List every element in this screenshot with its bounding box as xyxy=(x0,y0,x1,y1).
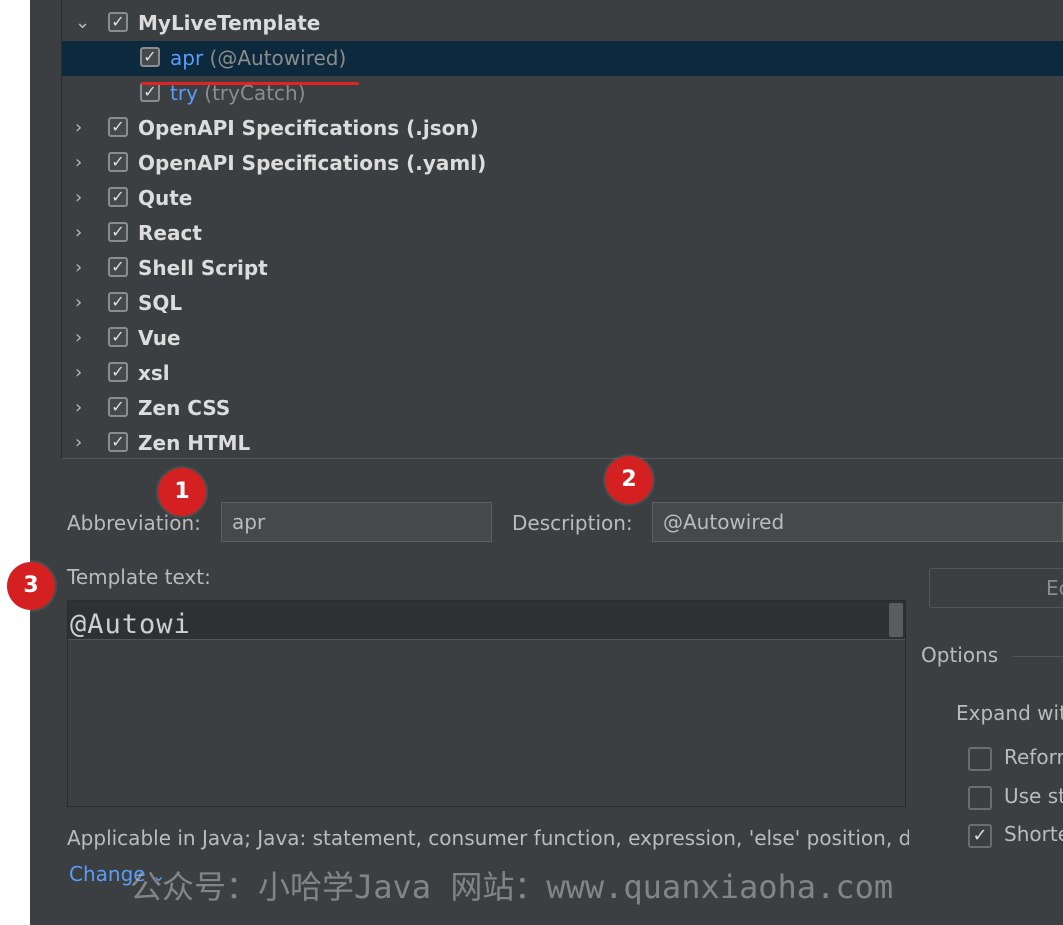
option-checkbox[interactable]: ✓ xyxy=(968,824,992,848)
tree-group-label: OpenAPI Specifications (.yaml) xyxy=(138,151,487,175)
chevron-right-icon[interactable]: › xyxy=(75,329,91,347)
tree-group-xsl[interactable]: › ✓ xsl xyxy=(62,356,1063,391)
tree-group-label: React xyxy=(138,221,202,245)
chevron-down-icon[interactable]: ⌄ xyxy=(75,14,91,32)
tree-group-sql[interactable]: › ✓ SQL xyxy=(62,286,1063,321)
editor-first-line: @Autowi xyxy=(68,601,905,640)
template-text-label: Template text: xyxy=(67,565,211,589)
annotation-underline xyxy=(141,82,359,85)
checkbox-group[interactable]: ✓ xyxy=(108,292,128,312)
tree-group-zen-css[interactable]: › ✓ Zen CSS xyxy=(62,391,1063,426)
options-divider xyxy=(1013,656,1063,657)
tree-group-label: xsl xyxy=(138,361,170,385)
expand-with-label: Expand wit xyxy=(956,701,1063,725)
chevron-right-icon[interactable]: › xyxy=(75,399,91,417)
chevron-right-icon[interactable]: › xyxy=(75,364,91,382)
tree-group-label: MyLiveTemplate xyxy=(138,11,321,35)
abbreviation-label: Abbreviation: xyxy=(67,511,201,535)
edit-variables-button[interactable]: Ec xyxy=(929,568,1063,608)
chevron-right-icon[interactable]: › xyxy=(75,119,91,137)
option-label: Reforr xyxy=(1004,745,1063,769)
tree-group-react[interactable]: › ✓ React xyxy=(62,216,1063,251)
checkbox-group[interactable]: ✓ xyxy=(108,257,128,277)
tree-group-openapi-yaml[interactable]: › ✓ OpenAPI Specifications (.yaml) xyxy=(62,146,1063,181)
tree-group-label: Zen CSS xyxy=(138,396,231,420)
applicable-contexts-text: Applicable in Java; Java: statement, con… xyxy=(67,826,909,850)
chevron-right-icon[interactable]: › xyxy=(75,154,91,172)
tree-group-label: Zen HTML xyxy=(138,431,251,455)
tree-group-zen-html[interactable]: › ✓ Zen HTML xyxy=(62,426,1063,458)
template-abbreviation: apr xyxy=(170,46,204,70)
left-margin xyxy=(0,0,30,925)
checkbox-group[interactable]: ✓ xyxy=(108,222,128,242)
tree-item-apr[interactable]: ✓ apr (@Autowired) xyxy=(62,41,1063,76)
checkbox-group[interactable]: ✓ xyxy=(108,152,128,172)
options-title: Options xyxy=(921,643,999,667)
template-description: (@Autowired) xyxy=(209,46,347,70)
template-text-editor[interactable]: @Autowi xyxy=(67,600,906,807)
checkbox-apr[interactable]: ✓ xyxy=(140,47,160,67)
chevron-right-icon[interactable]: › xyxy=(75,259,91,277)
template-tree[interactable]: ⌄ ✓ MyLiveTemplate ✓ apr (@Autowired) ✓ … xyxy=(61,0,1063,459)
chevron-right-icon[interactable]: › xyxy=(75,294,91,312)
abbreviation-input[interactable]: apr xyxy=(221,502,492,542)
tree-group-label: OpenAPI Specifications (.json) xyxy=(138,116,479,140)
checkbox-try[interactable]: ✓ xyxy=(140,82,160,102)
option-label: Use st xyxy=(1004,784,1063,808)
tree-group-shell-script[interactable]: › ✓ Shell Script xyxy=(62,251,1063,286)
tree-group-label: SQL xyxy=(138,291,183,315)
checkbox-group[interactable]: ✓ xyxy=(108,362,128,382)
tree-group-openapi-json[interactable]: › ✓ OpenAPI Specifications (.json) xyxy=(62,111,1063,146)
tree-group-label: Qute xyxy=(138,186,193,210)
chevron-right-icon[interactable]: › xyxy=(75,224,91,242)
watermark: 公众号：小哈学Java 网站：www.quanxiaoha.com xyxy=(130,868,894,906)
chevron-right-icon[interactable]: › xyxy=(75,189,91,207)
template-text-content: @Autowi xyxy=(70,609,191,640)
tree-group-vue[interactable]: › ✓ Vue xyxy=(62,321,1063,356)
editor-scrollbar[interactable] xyxy=(889,603,903,637)
tree-group-label: Shell Script xyxy=(138,256,268,280)
option-checkbox[interactable] xyxy=(968,786,992,810)
checkbox-group[interactable]: ✓ xyxy=(108,397,128,417)
annotation-marker-1: 1 xyxy=(158,468,206,516)
annotation-marker-3: 3 xyxy=(7,562,55,610)
option-checkbox[interactable] xyxy=(968,747,992,771)
description-input[interactable]: @Autowired xyxy=(652,502,1063,542)
checkbox-group[interactable]: ✓ xyxy=(108,327,128,347)
description-label: Description: xyxy=(512,511,633,535)
tree-group-label: Vue xyxy=(138,326,181,350)
tree-group-qute[interactable]: › ✓ Qute xyxy=(62,181,1063,216)
chevron-right-icon[interactable]: › xyxy=(75,434,91,452)
checkbox-mylivetemplate[interactable]: ✓ xyxy=(108,12,128,32)
tree-group-mylivetemplate[interactable]: ⌄ ✓ MyLiveTemplate xyxy=(62,6,1063,41)
annotation-marker-2: 2 xyxy=(605,456,653,504)
checkbox-group[interactable]: ✓ xyxy=(108,117,128,137)
checkbox-group[interactable]: ✓ xyxy=(108,187,128,207)
option-label: Shorte xyxy=(1004,822,1063,846)
checkbox-group[interactable]: ✓ xyxy=(108,432,128,452)
tree-item-label: apr (@Autowired) xyxy=(170,46,346,70)
